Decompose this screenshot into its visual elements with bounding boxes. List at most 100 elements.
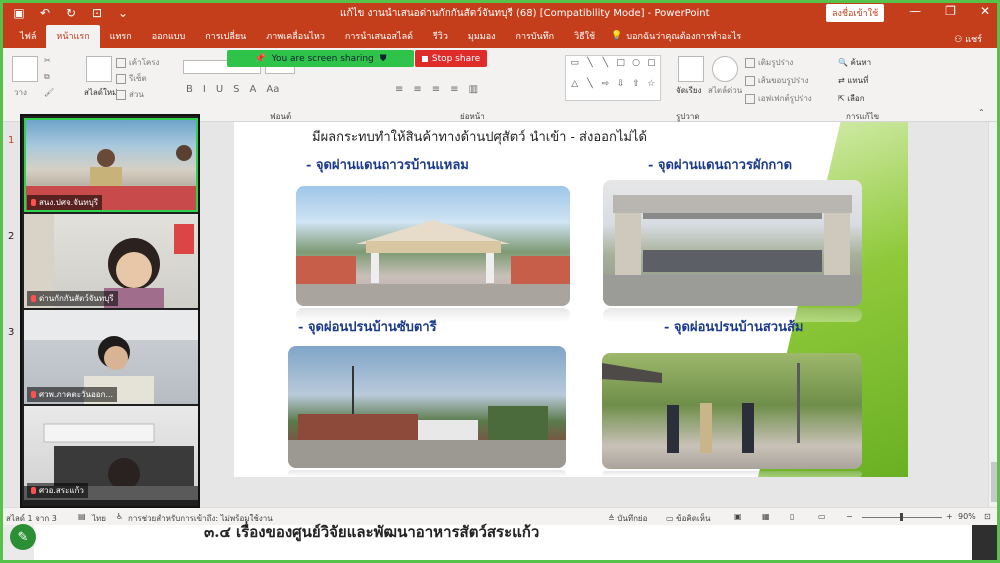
align-center-icon[interactable]: ≡ [413, 84, 421, 95]
share-button[interactable]: ⚇ แชร์ [954, 32, 982, 46]
paste-label[interactable]: วาง [14, 86, 27, 99]
new-slide-icon[interactable] [86, 56, 112, 82]
participant-tile[interactable]: ด่านกักกันสัตว์จันทบุรี [24, 214, 198, 308]
tab-recording[interactable]: การบันทึก [506, 25, 565, 48]
replace-icon: ⇄ [838, 76, 848, 85]
thumbnail-number[interactable]: 1 [8, 135, 14, 146]
zoom-in-icon[interactable]: + [946, 512, 953, 521]
slideshow-view-icon[interactable]: ▭ [818, 512, 826, 521]
arrow-up-icon[interactable]: ⇧ [629, 79, 642, 98]
tab-file[interactable]: ไฟล์ [10, 25, 46, 48]
minimize-icon[interactable]: — [909, 4, 921, 18]
normal-view-icon[interactable]: ▣ [734, 512, 742, 521]
redo-icon[interactable]: ↻ [64, 6, 78, 20]
arrange-label[interactable]: จัดเรียง [676, 84, 702, 97]
quick-styles-icon[interactable] [712, 56, 738, 82]
shape-outline-label: เส้นขอบรูปร่าง [758, 76, 809, 85]
save-icon[interactable]: ▣ [12, 6, 26, 20]
cut-icon[interactable]: ✂ [44, 56, 51, 65]
vertical-scrollbar[interactable] [988, 122, 1000, 507]
tab-animations[interactable]: ภาพเคลื่อนไหว [256, 25, 335, 48]
rectangle-icon[interactable]: □ [614, 58, 627, 77]
shape-outline-button[interactable]: เส้นขอบรูปร่าง [745, 74, 809, 87]
thumbnail-number[interactable]: 2 [8, 231, 14, 242]
columns-icon[interactable]: ▥ [469, 84, 478, 95]
collapse-ribbon-icon[interactable]: ⌃ [978, 108, 985, 117]
spellcheck-icon[interactable]: ▤ [78, 512, 86, 521]
underline-icon[interactable]: U [216, 84, 223, 95]
search-icon: 🔍 [838, 58, 851, 67]
participant-tile[interactable]: ศวอ.สระแก้ว [24, 406, 198, 500]
undo-icon[interactable]: ↶ [38, 6, 52, 20]
photo-ban-laem-border [296, 186, 570, 306]
tab-help[interactable]: วิธีใช้ [564, 25, 605, 48]
tab-design[interactable]: ออกแบบ [142, 25, 196, 48]
shape-fill-button[interactable]: เติมรูปร่าง [745, 56, 793, 69]
arrow-down-icon[interactable]: ⇩ [614, 79, 627, 98]
bold-icon[interactable]: B [186, 84, 193, 95]
signin-button[interactable]: ลงชื่อเข้าใช้ [826, 4, 885, 22]
scrollbar-thumb[interactable] [991, 462, 999, 502]
layout-button[interactable]: เค้าโครง [116, 56, 159, 69]
fit-slide-icon[interactable]: ⊡ [984, 512, 991, 521]
pencil-icon[interactable]: ✎ [10, 524, 36, 550]
present-icon[interactable]: ⊡ [90, 6, 104, 20]
align-left-icon[interactable]: ≡ [395, 84, 403, 95]
restore-icon[interactable]: ❐ [945, 4, 956, 18]
participant-tile[interactable]: สนง.ปศจ.จันทบุรี [24, 118, 198, 212]
change-case-icon[interactable]: Aa [266, 84, 279, 95]
shape-effects-button[interactable]: เอฟเฟกต์รูปร่าง [745, 92, 812, 105]
reset-button[interactable]: รีเซ็ต [116, 72, 147, 85]
justify-icon[interactable]: ≡ [450, 84, 458, 95]
caption-suan-som: - จุดผ่อนปรนบ้านสวนส้ม [664, 320, 804, 335]
tab-insert[interactable]: แทรก [100, 25, 142, 48]
slide-sorter-icon[interactable]: ▦ [762, 512, 770, 521]
format-painter-icon[interactable]: 🖌 [44, 88, 54, 97]
tab-view[interactable]: มุมมอง [458, 25, 506, 48]
participant-tile[interactable]: ศวพ.ภาคตะวันออก... [24, 310, 198, 404]
line-icon[interactable]: ╲ [599, 58, 612, 77]
tell-me-label: บอกฉันว่าคุณต้องการทำอะไร [626, 32, 742, 42]
customize-qat-icon[interactable]: ⌄ [116, 6, 130, 20]
select-button[interactable]: ⇱ เลือก [838, 92, 865, 105]
oval-icon[interactable]: ○ [629, 58, 642, 77]
slide-canvas[interactable]: มีผลกระทบทำให้สินค้าทางด้านปศุสัตว์ นำเข… [234, 122, 908, 477]
stop-share-button[interactable]: Stop share [415, 50, 487, 67]
shapes-gallery[interactable]: ▭ ╲ ╲ □ ○ ▢ △ ╲ ⇨ ⇩ ⇧ ☆ [565, 55, 661, 101]
triangle-icon[interactable]: △ [568, 79, 581, 98]
slide-counter: สไลด์ 1 จาก 3 [6, 514, 57, 523]
section-button[interactable]: ส่วน [116, 88, 144, 101]
notes-button[interactable]: ≜ บันทึกย่อ [608, 512, 647, 525]
zoom-slider-knob[interactable] [900, 513, 903, 521]
line-icon[interactable]: ╲ [583, 58, 596, 77]
new-slide-label[interactable]: สไลด์ใหม่ [84, 86, 117, 99]
replace-button[interactable]: ⇄ แทนที่ [838, 74, 868, 87]
zoom-level[interactable]: 90% [958, 512, 976, 521]
rectangle-icon[interactable]: ▭ [568, 58, 581, 77]
arrange-icon[interactable] [678, 56, 704, 82]
close-icon[interactable]: ✕ [980, 4, 990, 18]
italic-icon[interactable]: I [203, 84, 206, 95]
arrow-right-icon[interactable]: ⇨ [599, 79, 612, 98]
strikethrough-icon[interactable]: S [233, 84, 239, 95]
pin-icon[interactable]: 📌 [254, 54, 265, 64]
font-color-icon[interactable]: A [250, 84, 257, 95]
tab-slideshow[interactable]: การนำเสนอสไลด์ [335, 25, 423, 48]
align-right-icon[interactable]: ≡ [432, 84, 440, 95]
rounded-rectangle-icon[interactable]: ▢ [645, 58, 658, 77]
star-icon[interactable]: ☆ [645, 79, 658, 98]
reading-view-icon[interactable]: ▯ [790, 512, 794, 521]
comments-button[interactable]: ▭ ข้อคิดเห็น [666, 512, 710, 525]
thumbnail-number[interactable]: 3 [8, 327, 14, 338]
tab-review[interactable]: รีวิว [423, 25, 458, 48]
tab-home[interactable]: หน้าแรก [46, 25, 100, 48]
line-icon[interactable]: ╲ [583, 79, 596, 98]
tab-transitions[interactable]: การเปลี่ยน [195, 25, 256, 48]
find-button[interactable]: 🔍 ค้นหา [838, 56, 871, 69]
quick-styles-label[interactable]: สไตล์ด่วน [708, 84, 742, 97]
tell-me-search[interactable]: 💡 บอกฉันว่าคุณต้องการทำอะไร [611, 29, 741, 48]
language[interactable]: ไทย [92, 512, 106, 525]
copy-icon[interactable]: ⧉ [44, 72, 50, 82]
zoom-out-icon[interactable]: − [846, 512, 853, 521]
paste-icon[interactable] [12, 56, 38, 82]
